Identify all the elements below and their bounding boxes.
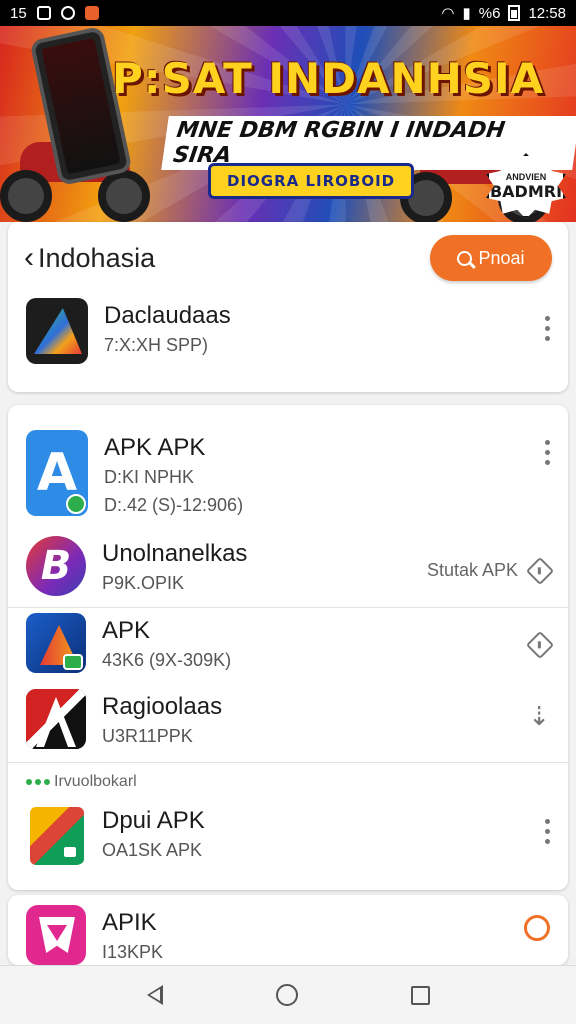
app-meta-secondary: D:.42 (S)-12:906) <box>104 495 244 515</box>
app-meta: P9K.OPIK <box>102 573 185 593</box>
seal-top-text: ANDVIEN <box>505 171 547 182</box>
app-name: Ragioolaas <box>102 693 223 720</box>
system-nav-bar <box>0 965 576 1024</box>
battery-icon <box>508 5 521 21</box>
app-icon <box>26 905 86 965</box>
list-item[interactable]: Ragioolaas U3R11PPK ⇣ <box>8 689 568 750</box>
search-button-label: Pnoai <box>478 247 525 268</box>
notification-icon <box>36 6 51 20</box>
clock-notification-icon <box>60 6 75 20</box>
home-icon[interactable] <box>275 984 298 1006</box>
section-header: Irvuolbokarl <box>26 773 137 791</box>
recents-icon[interactable] <box>410 985 430 1005</box>
divider <box>8 762 568 763</box>
divider <box>8 607 568 608</box>
app-notification-icon <box>84 6 99 20</box>
app-meta: OA1SK APK <box>102 840 203 860</box>
list-item[interactable]: APIK I13KPK <box>8 905 568 965</box>
app-name: Daclaudaas <box>104 302 231 329</box>
banner-title: P:SAT INDANHSIA <box>112 54 545 103</box>
promo-banner[interactable]: P:SAT INDANHSIA MNE DBM RGBIN I INDADH S… <box>0 26 576 222</box>
app-icon: B <box>26 536 86 596</box>
app-meta: U3R11PPK <box>102 726 193 746</box>
status-number: 15 <box>10 4 27 22</box>
app-card: APIK I13KPK <box>8 895 568 965</box>
back-icon[interactable] <box>146 985 163 1005</box>
install-diamond-icon[interactable] <box>525 556 555 585</box>
app-name: Unolnanelkas <box>102 540 248 567</box>
app-meta: 43K6 (9X-309K) <box>102 650 232 670</box>
more-options-icon[interactable] <box>544 316 550 341</box>
app-list-card: A APK APK D:KI NPHK D:.42 (S)-12:906) B … <box>8 405 568 890</box>
banner-cta-button[interactable]: DIOGRA LIROBOID <box>208 163 415 199</box>
section-dots-icon <box>26 779 50 785</box>
search-icon <box>457 250 473 266</box>
signal-icon: ▮ <box>462 5 471 22</box>
app-meta: I13KPK <box>102 942 164 962</box>
list-item[interactable]: B Unolnanelkas P9K.OPIK Stutak APK <box>8 536 568 597</box>
status-bar: 15 ◠ ▮ %6 12:58 <box>0 0 576 26</box>
app-name: APK <box>102 617 151 644</box>
list-item[interactable]: Daclaudaas 7:X:XH SPP) <box>8 298 568 364</box>
clock: 12:58 <box>528 4 566 22</box>
battery-percent: %6 <box>478 4 501 22</box>
more-options-icon[interactable] <box>544 819 550 844</box>
wifi-icon: ◠ <box>441 5 455 22</box>
app-icon <box>26 803 86 865</box>
status-label: Stutak APK <box>426 560 518 580</box>
app-meta: 7:X:XH SPP) <box>104 335 209 355</box>
install-diamond-icon[interactable] <box>525 630 555 660</box>
header-card: ‹ Indohasia Pnoai Daclaudaas 7:X:XH SPP) <box>8 222 568 392</box>
list-item[interactable]: A APK APK D:KI NPHK D:.42 (S)-12:906) <box>8 430 568 519</box>
app-name: APK APK <box>104 434 206 461</box>
back-chevron-icon[interactable]: ‹ <box>24 243 34 273</box>
app-icon: A <box>26 430 88 516</box>
section-title: Irvuolbokarl <box>54 773 137 790</box>
page-header: ‹ Indohasia Pnoai <box>8 222 568 294</box>
page-title: Indohasia <box>38 242 156 273</box>
app-name: Dpui APK <box>102 807 205 834</box>
search-button[interactable]: Pnoai <box>430 235 552 281</box>
more-options-icon[interactable] <box>544 440 550 465</box>
seal-main-text: BADMRI <box>489 181 563 201</box>
app-icon <box>26 613 86 673</box>
app-icon <box>26 689 86 749</box>
app-icon <box>26 298 88 364</box>
progress-ring-icon[interactable] <box>524 915 550 941</box>
list-item[interactable]: APK 43K6 (9X-309K) <box>8 613 568 674</box>
download-icon[interactable]: ⇣ <box>528 703 550 729</box>
app-name: APIK <box>102 909 157 936</box>
app-meta: D:KI NPHK <box>104 467 195 487</box>
list-item[interactable]: Dpui APK OA1SK APK <box>8 803 568 865</box>
